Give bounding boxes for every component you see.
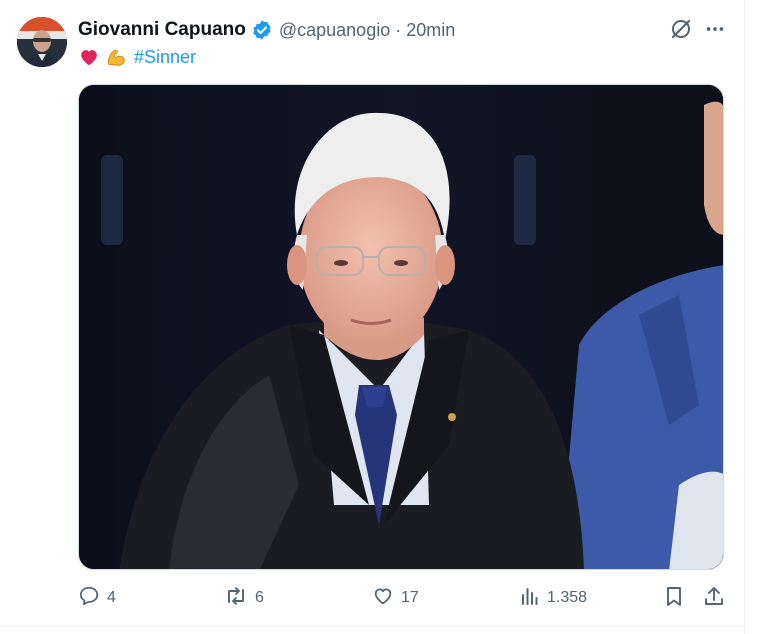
views-button[interactable]: 1.358 [520,585,587,611]
like-count: 17 [401,589,419,606]
reply-button[interactable]: 4 [78,585,116,611]
views-count: 1.358 [547,589,588,606]
red-heart-icon [78,46,100,68]
repost-count: 6 [255,589,264,606]
tweet-media-photo[interactable] [78,84,724,570]
tweet-actions: 4 6 17 1.358 [78,585,728,611]
flexed-biceps-icon [105,46,127,68]
tweet-header: Giovanni Capuano @capuanogio · 20min [78,18,455,42]
bookmark-button[interactable] [664,585,684,611]
tweet-timestamp[interactable]: 20min [406,20,455,41]
tweet-divider [0,626,745,627]
repost-icon [224,585,248,612]
repost-button[interactable]: 6 [224,585,264,611]
more-icon[interactable] [702,16,728,42]
reply-icon [78,585,100,612]
reply-count: 4 [107,589,116,606]
like-icon [372,585,394,612]
tweet-text: #Sinner [78,45,196,69]
bookmark-icon [664,585,684,612]
share-icon [703,585,725,612]
column-border [744,0,745,634]
grok-icon[interactable] [668,16,694,42]
header-separator: · [395,19,402,40]
author-handle[interactable]: @capuanogio [279,20,390,41]
share-button[interactable] [703,585,725,611]
hashtag-link[interactable]: #Sinner [134,47,196,68]
like-button[interactable]: 17 [372,585,419,611]
author-name[interactable]: Giovanni Capuano [78,19,246,41]
avatar[interactable] [17,17,67,67]
verified-badge-icon [251,19,273,41]
views-icon [520,585,540,612]
